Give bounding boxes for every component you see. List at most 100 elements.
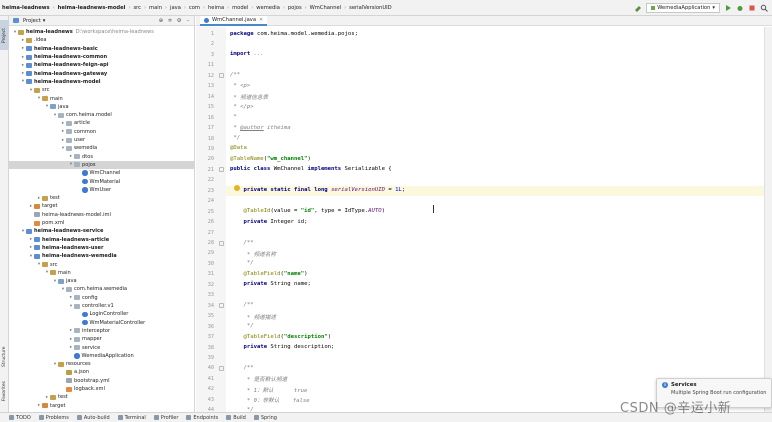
breadcrumb-item[interactable]: wemedia xyxy=(254,5,282,11)
breadcrumb-item[interactable]: heima xyxy=(206,5,226,11)
gear-icon[interactable]: ⚙ xyxy=(176,17,182,24)
favorites-tool-tab[interactable]: Favorites xyxy=(0,376,9,406)
tree-item[interactable]: ▾ com.heima.model xyxy=(9,111,194,119)
code-line[interactable]: package com.heima.model.wemedia.pojos; xyxy=(230,31,358,37)
code-line[interactable]: * 频道描述 xyxy=(230,313,276,321)
tree-item[interactable]: ▾ controller.v1 xyxy=(9,302,194,310)
tree-item[interactable]: ▾ pojos xyxy=(9,160,194,170)
tree-item[interactable]: ▸ article xyxy=(9,119,194,127)
breadcrumb-item[interactable]: model xyxy=(230,5,250,11)
tree-item[interactable]: ▸ user xyxy=(9,136,194,144)
tree-item[interactable]: ▾ wemedia xyxy=(9,144,194,152)
code-line[interactable]: * 频道信息表 xyxy=(230,93,268,101)
debug-icon[interactable] xyxy=(736,4,744,12)
fold-marker-icon[interactable] xyxy=(219,365,224,371)
lightbulb-icon[interactable] xyxy=(234,185,240,191)
tree-item[interactable]: ▸ heima-leadnews-article xyxy=(9,236,194,244)
code-line[interactable]: * xyxy=(230,114,236,120)
run-configuration-select[interactable]: WemediaApplication ▾ xyxy=(646,3,720,13)
tree-item[interactable]: ▸ interceptor xyxy=(9,327,194,335)
code-line[interactable]: import ... xyxy=(230,51,264,57)
tree-item[interactable]: WmUser xyxy=(9,186,194,194)
code-line[interactable]: * </p> xyxy=(230,104,253,110)
tree-item[interactable]: ▸ test xyxy=(9,393,194,401)
code-line[interactable]: private String description; xyxy=(230,344,334,350)
breadcrumb-item[interactable]: com xyxy=(187,5,202,11)
tree-item[interactable]: ▸ .idea xyxy=(9,36,194,44)
tree-item[interactable]: ▸ common xyxy=(9,128,194,136)
tree-item[interactable]: ▸ heima-leadnews-user xyxy=(9,244,194,252)
tool-window-build[interactable]: Build xyxy=(226,415,246,421)
code-line[interactable]: @Data xyxy=(230,145,247,151)
code-line[interactable]: public class WmChannel implements Serial… xyxy=(230,166,392,172)
code-line[interactable]: */ xyxy=(230,260,254,266)
tree-item[interactable]: ▸ heima-leadnews-feign-api xyxy=(9,61,194,69)
tree-item[interactable]: ▾ java xyxy=(9,277,194,285)
tree-item[interactable]: bootstrap.yml xyxy=(9,377,194,385)
code-line[interactable]: @TableField("description") xyxy=(230,334,331,340)
breadcrumb-item[interactable]: heima-leadnews xyxy=(0,5,52,11)
tree-item[interactable]: ▾ src xyxy=(9,86,194,94)
tree-item[interactable]: ▸ target xyxy=(9,202,194,210)
tree-item[interactable]: ▾ java xyxy=(9,103,194,111)
tree-item[interactable]: ▸ config xyxy=(9,294,194,302)
code-line[interactable]: /** xyxy=(230,240,253,246)
search-icon[interactable] xyxy=(760,4,768,12)
tree-item[interactable]: pom.xml xyxy=(9,219,194,227)
tree-item[interactable]: heima-leadnews-model.iml xyxy=(9,211,194,219)
structure-tool-tab[interactable]: Structure xyxy=(0,342,9,372)
code-line[interactable]: /** xyxy=(230,302,253,308)
tree-item[interactable]: ▾ resources xyxy=(9,360,194,368)
fold-marker-icon[interactable] xyxy=(219,73,224,79)
code-line[interactable]: /** xyxy=(230,72,240,78)
tree-item[interactable]: WmMaterialController xyxy=(9,319,194,327)
tree-item[interactable]: ▾ heima-leadnews-model xyxy=(9,78,194,86)
fold-marker-icon[interactable] xyxy=(219,240,224,246)
tool-window-spring[interactable]: Spring xyxy=(253,415,277,421)
code-line[interactable]: * 是否默认频道 xyxy=(230,375,287,383)
tree-item[interactable]: ▾ heima-leadnews-wemedia xyxy=(9,252,194,260)
code-line[interactable]: * 频道名称 xyxy=(230,250,276,258)
breadcrumb-item[interactable]: serialVersionUID xyxy=(347,5,393,11)
tree-item[interactable]: ▾ com.heima.wemedia xyxy=(9,285,194,293)
tree-item[interactable]: ▸ mapper xyxy=(9,335,194,343)
code-line[interactable]: /** xyxy=(230,365,253,371)
code-line[interactable]: private Integer id; xyxy=(230,219,307,225)
code-line[interactable]: * @author itheima xyxy=(230,125,290,131)
code-line[interactable]: */ xyxy=(230,135,240,141)
tree-item[interactable]: ▸ service xyxy=(9,343,194,351)
tree-item[interactable]: ▾ src xyxy=(9,260,194,268)
breadcrumb-item[interactable]: main xyxy=(147,5,164,11)
code-editor[interactable] xyxy=(226,27,772,412)
breadcrumb-item[interactable]: java xyxy=(168,5,183,11)
tree-item[interactable]: a.json xyxy=(9,368,194,376)
tree-item[interactable]: WmChannel xyxy=(9,169,194,177)
locate-icon[interactable]: ⊕ xyxy=(158,17,164,24)
tree-item[interactable]: LoginController xyxy=(9,310,194,318)
tree-item[interactable]: ▸ heima-leadnews-basic xyxy=(9,45,194,53)
code-line[interactable]: private String name; xyxy=(230,281,310,287)
tree-item[interactable]: ▸ test xyxy=(9,194,194,202)
tree-item[interactable]: ▾ main xyxy=(9,269,194,277)
tree-item[interactable]: ▸ heima-leadnews-common xyxy=(9,53,194,61)
tree-item[interactable]: logback.xml xyxy=(9,385,194,393)
code-line[interactable]: private static final long serialVersionU… xyxy=(230,187,405,193)
tool-window-terminal[interactable]: Terminal xyxy=(117,415,146,421)
tool-window-problems[interactable]: Problems xyxy=(38,415,69,421)
code-line[interactable]: @TableId(value = "id", type = IdType.AUT… xyxy=(230,208,385,214)
tree-item[interactable]: ▸ heima-leadnews-gateway xyxy=(9,70,194,78)
tree-item[interactable]: ▾ heima-leadnews D:\workspace\heima-leadne… xyxy=(9,28,194,36)
tree-item[interactable]: WemediaApplication xyxy=(9,352,194,360)
tree-item[interactable]: ▸ dtos xyxy=(9,153,194,161)
stop-icon[interactable] xyxy=(748,4,756,12)
build-hammer-icon[interactable] xyxy=(634,4,642,12)
breadcrumb-item[interactable]: pojos xyxy=(286,5,304,11)
fold-marker-icon[interactable] xyxy=(219,167,224,173)
hide-icon[interactable]: – xyxy=(185,17,191,24)
breadcrumb-item[interactable]: heima-leadnews-model xyxy=(56,5,128,11)
code-line[interactable]: @TableField("name") xyxy=(230,271,307,277)
collapse-all-icon[interactable]: ≑ xyxy=(167,17,173,24)
project-view-selector[interactable]: Project ▾ xyxy=(13,18,45,24)
code-line[interactable]: * <p> xyxy=(230,83,250,89)
tool-window-endpoints[interactable]: Endpoints xyxy=(186,415,218,421)
